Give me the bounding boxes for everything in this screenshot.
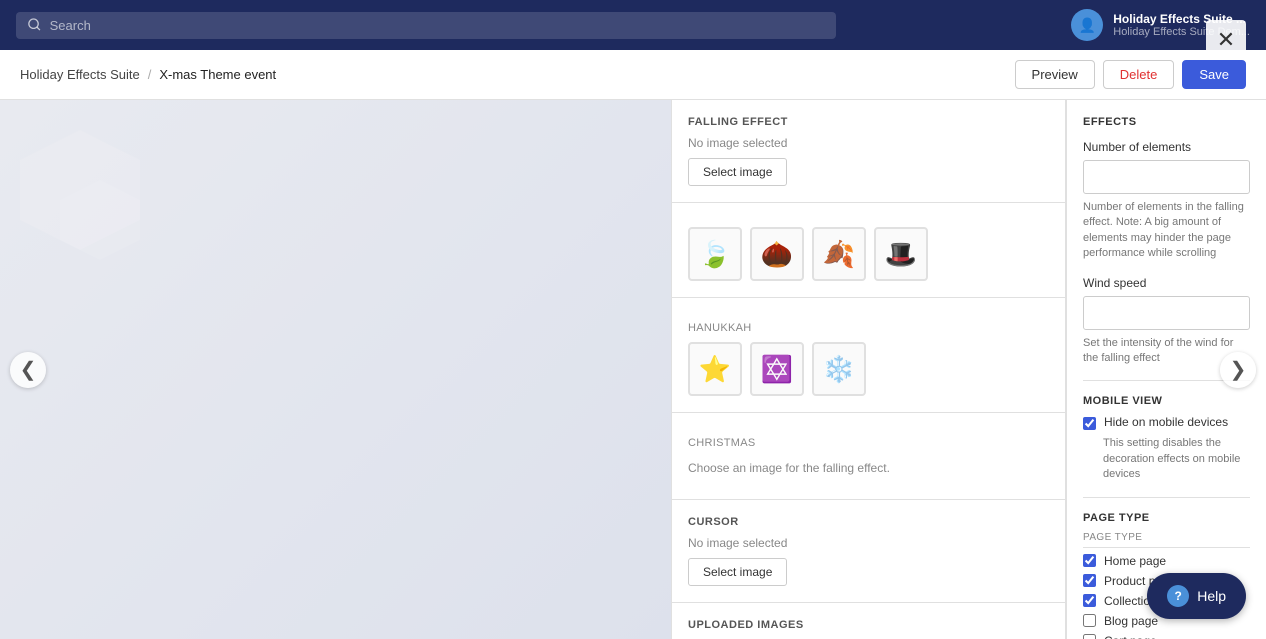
- page-type-blog-checkbox[interactable]: [1083, 614, 1096, 627]
- image-item-acorn[interactable]: 🌰: [750, 227, 804, 281]
- hide-on-mobile-helper: This setting disables the decoration eff…: [1103, 436, 1250, 482]
- mobile-view-label: MOBILE VIEW: [1083, 395, 1250, 407]
- delete-button[interactable]: Delete: [1103, 60, 1175, 89]
- top-nav: 👤 Holiday Effects Suite ... Holiday Effe…: [0, 0, 1266, 50]
- avatar: 👤: [1071, 9, 1103, 41]
- image-item-leaf[interactable]: 🍃: [688, 227, 742, 281]
- hide-on-mobile-row: Hide on mobile devices: [1083, 415, 1250, 430]
- center-panel: FALLING EFFECT No image selected Select …: [671, 100, 1066, 639]
- help-button[interactable]: ? Help: [1147, 573, 1246, 619]
- hanukkah-section: HANUKKAH ⭐ ✡️ ❄️: [672, 298, 1065, 413]
- choose-image-text: Choose an image for the falling effect.: [688, 453, 1049, 483]
- page-type-home-label: Home page: [1104, 554, 1166, 568]
- image-item-hat[interactable]: 🎩: [874, 227, 928, 281]
- falling-select-image-button[interactable]: Select image: [688, 158, 787, 186]
- image-item-star[interactable]: ⭐: [688, 342, 742, 396]
- page-type-product-checkbox[interactable]: [1083, 574, 1096, 587]
- help-label: Help: [1197, 588, 1226, 604]
- nav-arrow-right[interactable]: ❯: [1220, 352, 1256, 388]
- search-bar[interactable]: [16, 12, 836, 39]
- search-input[interactable]: [50, 18, 824, 33]
- breadcrumb-actions: Preview Delete Save: [1015, 60, 1246, 89]
- page-type-column-header: PAGE TYPE: [1083, 532, 1250, 548]
- image-item-star-of-david[interactable]: ✡️: [750, 342, 804, 396]
- hanukkah-label: HANUKKAH: [688, 322, 1049, 334]
- effects-title: EFFECTS: [1083, 116, 1250, 128]
- page-type-cart-checkbox[interactable]: [1083, 634, 1096, 639]
- falling-effect-title: FALLING EFFECT: [688, 116, 1049, 128]
- hide-on-mobile-checkbox[interactable]: [1083, 417, 1096, 430]
- wind-speed-label: Wind speed: [1083, 276, 1250, 290]
- page-preview: [0, 100, 671, 639]
- num-elements-label: Number of elements: [1083, 140, 1250, 154]
- uploaded-images-title: UPLOADED IMAGES: [688, 619, 1049, 631]
- breadcrumb-current: X-mas Theme event: [159, 67, 276, 82]
- image-item-maple[interactable]: 🍂: [812, 227, 866, 281]
- help-icon: ?: [1167, 585, 1189, 607]
- falling-effect-section: FALLING EFFECT No image selected Select …: [672, 100, 1065, 203]
- christmas-section: CHRISTMAS Choose an image for the fallin…: [672, 413, 1065, 500]
- num-elements-input[interactable]: 20: [1084, 164, 1250, 191]
- num-elements-helper: Number of elements in the falling effect…: [1083, 200, 1250, 262]
- wind-speed-input[interactable]: 2: [1084, 299, 1250, 326]
- preview-button[interactable]: Preview: [1015, 60, 1095, 89]
- wind-speed-wrapper: 2 ▲ ▼: [1083, 296, 1250, 330]
- cursor-no-image: No image selected: [688, 536, 1049, 550]
- search-icon: [28, 18, 42, 32]
- close-button[interactable]: ✕: [1206, 20, 1246, 60]
- main-layout: ❮ FALLING EFFECT No image selected Selec…: [0, 100, 1266, 639]
- page-type-cart-label: Cart page: [1104, 634, 1157, 639]
- page-type-home-checkbox[interactable]: [1083, 554, 1096, 567]
- breadcrumb-bar: Holiday Effects Suite / X-mas Theme even…: [0, 50, 1266, 100]
- save-button[interactable]: Save: [1182, 60, 1246, 89]
- image-item-snowflake[interactable]: ❄️: [812, 342, 866, 396]
- page-type-collection-checkbox[interactable]: [1083, 594, 1096, 607]
- falling-no-image: No image selected: [688, 136, 1049, 150]
- breadcrumb-parent[interactable]: Holiday Effects Suite: [20, 67, 140, 82]
- page-type-section-label: PAGE TYPE: [1083, 512, 1250, 524]
- hanukkah-image-grid: ⭐ ✡️ ❄️: [688, 342, 1049, 396]
- nav-arrow-left[interactable]: ❮: [10, 352, 46, 388]
- page-type-cart: Cart page: [1083, 634, 1250, 639]
- cursor-section: CURSOR No image selected Select image: [672, 500, 1065, 603]
- christmas-label: CHRISTMAS: [688, 437, 1049, 449]
- autumn-images-section: 🍃 🌰 🍂 🎩: [672, 203, 1065, 298]
- num-elements-wrapper: 20 ▲ ▼: [1083, 160, 1250, 194]
- cursor-select-image-button[interactable]: Select image: [688, 558, 787, 586]
- divider-2: [1083, 497, 1250, 498]
- cursor-title: CURSOR: [688, 516, 1049, 528]
- autumn-image-grid: 🍃 🌰 🍂 🎩: [688, 227, 1049, 281]
- uploaded-images-section: UPLOADED IMAGES ✦ HALLOWEEN: [672, 603, 1065, 639]
- page-type-blog-label: Blog page: [1104, 614, 1158, 628]
- breadcrumb-separator: /: [148, 67, 152, 82]
- hide-on-mobile-label: Hide on mobile devices: [1104, 415, 1228, 429]
- page-type-home: Home page: [1083, 554, 1250, 568]
